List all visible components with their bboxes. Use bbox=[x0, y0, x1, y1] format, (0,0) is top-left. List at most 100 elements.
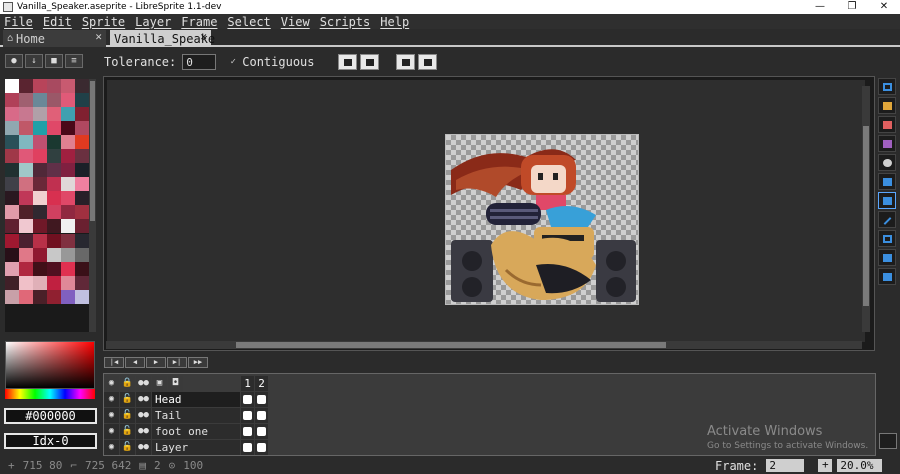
palette-swatch[interactable] bbox=[47, 191, 61, 206]
palette-swatch[interactable] bbox=[47, 289, 61, 304]
color-saturation-value-picker[interactable] bbox=[5, 341, 95, 389]
palette-swatch[interactable] bbox=[61, 205, 75, 220]
palette-swatch[interactable] bbox=[47, 93, 61, 108]
palette-swatch[interactable] bbox=[61, 247, 75, 262]
menu-frame[interactable]: Frame bbox=[181, 15, 217, 29]
palette-swatch[interactable] bbox=[5, 79, 19, 93]
palette-swatch[interactable] bbox=[19, 275, 33, 290]
palette-swatch[interactable] bbox=[47, 163, 61, 178]
palette-swatch[interactable] bbox=[33, 233, 47, 248]
menu-sprite[interactable]: Sprite bbox=[82, 15, 125, 29]
editor-vertical-scrollbar[interactable] bbox=[862, 86, 870, 332]
eye-icon[interactable]: ◉ bbox=[104, 423, 119, 439]
eye-icon[interactable]: ◉ bbox=[104, 391, 119, 407]
line-tool-icon[interactable] bbox=[878, 211, 896, 228]
menu-scripts[interactable]: Scripts bbox=[320, 15, 371, 29]
editor-horizontal-scrollbar[interactable] bbox=[106, 341, 862, 349]
palette-swatch[interactable] bbox=[33, 121, 47, 136]
palette-swatch[interactable] bbox=[5, 135, 19, 150]
onion-skin-icon[interactable]: ▣ bbox=[152, 375, 167, 391]
continuous-icon[interactable]: ●● bbox=[136, 391, 151, 407]
eye-icon[interactable]: ◉ bbox=[104, 407, 119, 423]
contour-tool-icon[interactable] bbox=[878, 249, 896, 266]
frame-header-1[interactable]: 1 bbox=[241, 375, 254, 391]
palette-swatch[interactable] bbox=[61, 135, 75, 150]
palette-swatch[interactable] bbox=[47, 121, 61, 136]
palette-swatch[interactable] bbox=[61, 289, 75, 304]
palette-swatch[interactable] bbox=[5, 205, 19, 220]
palette-swatch[interactable] bbox=[47, 233, 61, 248]
palette-swatch[interactable] bbox=[61, 177, 75, 192]
palette-presets-icon[interactable]: ■ bbox=[45, 54, 63, 68]
move-tool-icon[interactable] bbox=[878, 173, 896, 190]
zoom-tool-icon[interactable] bbox=[878, 154, 896, 171]
palette-swatch[interactable] bbox=[19, 289, 33, 304]
paint-bucket-tool-icon[interactable] bbox=[878, 192, 896, 209]
onion-skin-range-icon[interactable]: ◘ bbox=[168, 375, 183, 391]
palette-swatch[interactable] bbox=[33, 219, 47, 234]
color-hue-slider[interactable] bbox=[5, 389, 95, 399]
palette-swatch[interactable] bbox=[5, 149, 19, 164]
palette-swatch[interactable] bbox=[33, 205, 47, 220]
palette-swatch[interactable] bbox=[33, 107, 47, 122]
frame-header-2[interactable]: 2 bbox=[255, 375, 268, 391]
eyedropper-tool-icon[interactable] bbox=[878, 135, 896, 152]
contiguous-checkbox[interactable]: ✓ bbox=[228, 57, 238, 67]
lock-icon[interactable]: 🔓 bbox=[120, 391, 135, 407]
palette-swatch[interactable] bbox=[61, 261, 75, 276]
palette-options-icon[interactable]: ≡ bbox=[65, 54, 83, 68]
cel-frame-1[interactable] bbox=[241, 391, 254, 407]
menu-view[interactable]: View bbox=[281, 15, 310, 29]
palette-swatch[interactable] bbox=[5, 191, 19, 206]
palette-swatch[interactable] bbox=[33, 93, 47, 108]
tab-home[interactable]: ⌂ Home ✕ bbox=[3, 30, 106, 47]
cel-frame-2[interactable] bbox=[255, 439, 268, 455]
palette-swatch[interactable] bbox=[19, 93, 33, 108]
palette-swatch[interactable] bbox=[33, 261, 47, 276]
previous-frame-icon[interactable]: ◀ bbox=[125, 357, 145, 368]
palette-swatch[interactable] bbox=[33, 275, 47, 290]
palette-swatch[interactable] bbox=[75, 219, 89, 234]
layer-name[interactable]: foot one bbox=[152, 423, 240, 439]
fill-mode-icon[interactable] bbox=[359, 54, 379, 70]
frame-input[interactable]: 2 bbox=[766, 459, 805, 472]
close-icon[interactable]: ✕ bbox=[200, 30, 207, 43]
palette-swatch[interactable] bbox=[75, 79, 89, 93]
continuous-icon[interactable]: ●● bbox=[136, 375, 151, 391]
palette-swatch[interactable] bbox=[61, 79, 75, 93]
palette-swatch[interactable] bbox=[33, 163, 47, 178]
palette-swatch[interactable] bbox=[5, 247, 19, 262]
palette-swatch[interactable] bbox=[19, 121, 33, 136]
eraser-tool-icon[interactable] bbox=[878, 116, 896, 133]
palette-swatch[interactable] bbox=[75, 163, 89, 178]
palette-swatch[interactable] bbox=[19, 205, 33, 220]
first-frame-icon[interactable]: |◀ bbox=[104, 357, 124, 368]
cel-frame-2[interactable] bbox=[255, 407, 268, 423]
palette-swatch[interactable] bbox=[19, 261, 33, 276]
pixel-perfect-icon[interactable] bbox=[337, 54, 357, 70]
palette-scrollbar[interactable] bbox=[89, 79, 96, 332]
maximize-button[interactable]: ❐ bbox=[836, 0, 868, 14]
palette-swatch[interactable] bbox=[33, 149, 47, 164]
palette-swatch[interactable] bbox=[33, 191, 47, 206]
eye-icon[interactable]: ◉ bbox=[104, 375, 119, 391]
palette-swatch[interactable] bbox=[19, 177, 33, 192]
palette-swatch[interactable] bbox=[61, 275, 75, 290]
palette-swatch[interactable] bbox=[75, 261, 89, 276]
add-frame-button[interactable]: + bbox=[818, 459, 833, 472]
menu-layer[interactable]: Layer bbox=[135, 15, 171, 29]
menu-select[interactable]: Select bbox=[227, 15, 270, 29]
palette-swatch[interactable] bbox=[19, 107, 33, 122]
palette-swatch[interactable] bbox=[47, 247, 61, 262]
marquee-tool-icon[interactable] bbox=[878, 78, 896, 95]
palette-swatch[interactable] bbox=[61, 107, 75, 122]
palette-swatch[interactable] bbox=[61, 121, 75, 136]
palette-sort-icon[interactable]: ↓ bbox=[25, 54, 43, 68]
rectangle-tool-icon[interactable] bbox=[878, 230, 896, 247]
palette-swatch[interactable] bbox=[61, 219, 75, 234]
continuous-icon[interactable]: ●● bbox=[136, 439, 151, 455]
palette-swatch[interactable] bbox=[47, 79, 61, 93]
layer-name[interactable]: Head bbox=[152, 391, 240, 407]
palette-swatch[interactable] bbox=[75, 289, 89, 304]
sprite-canvas[interactable] bbox=[445, 134, 639, 305]
